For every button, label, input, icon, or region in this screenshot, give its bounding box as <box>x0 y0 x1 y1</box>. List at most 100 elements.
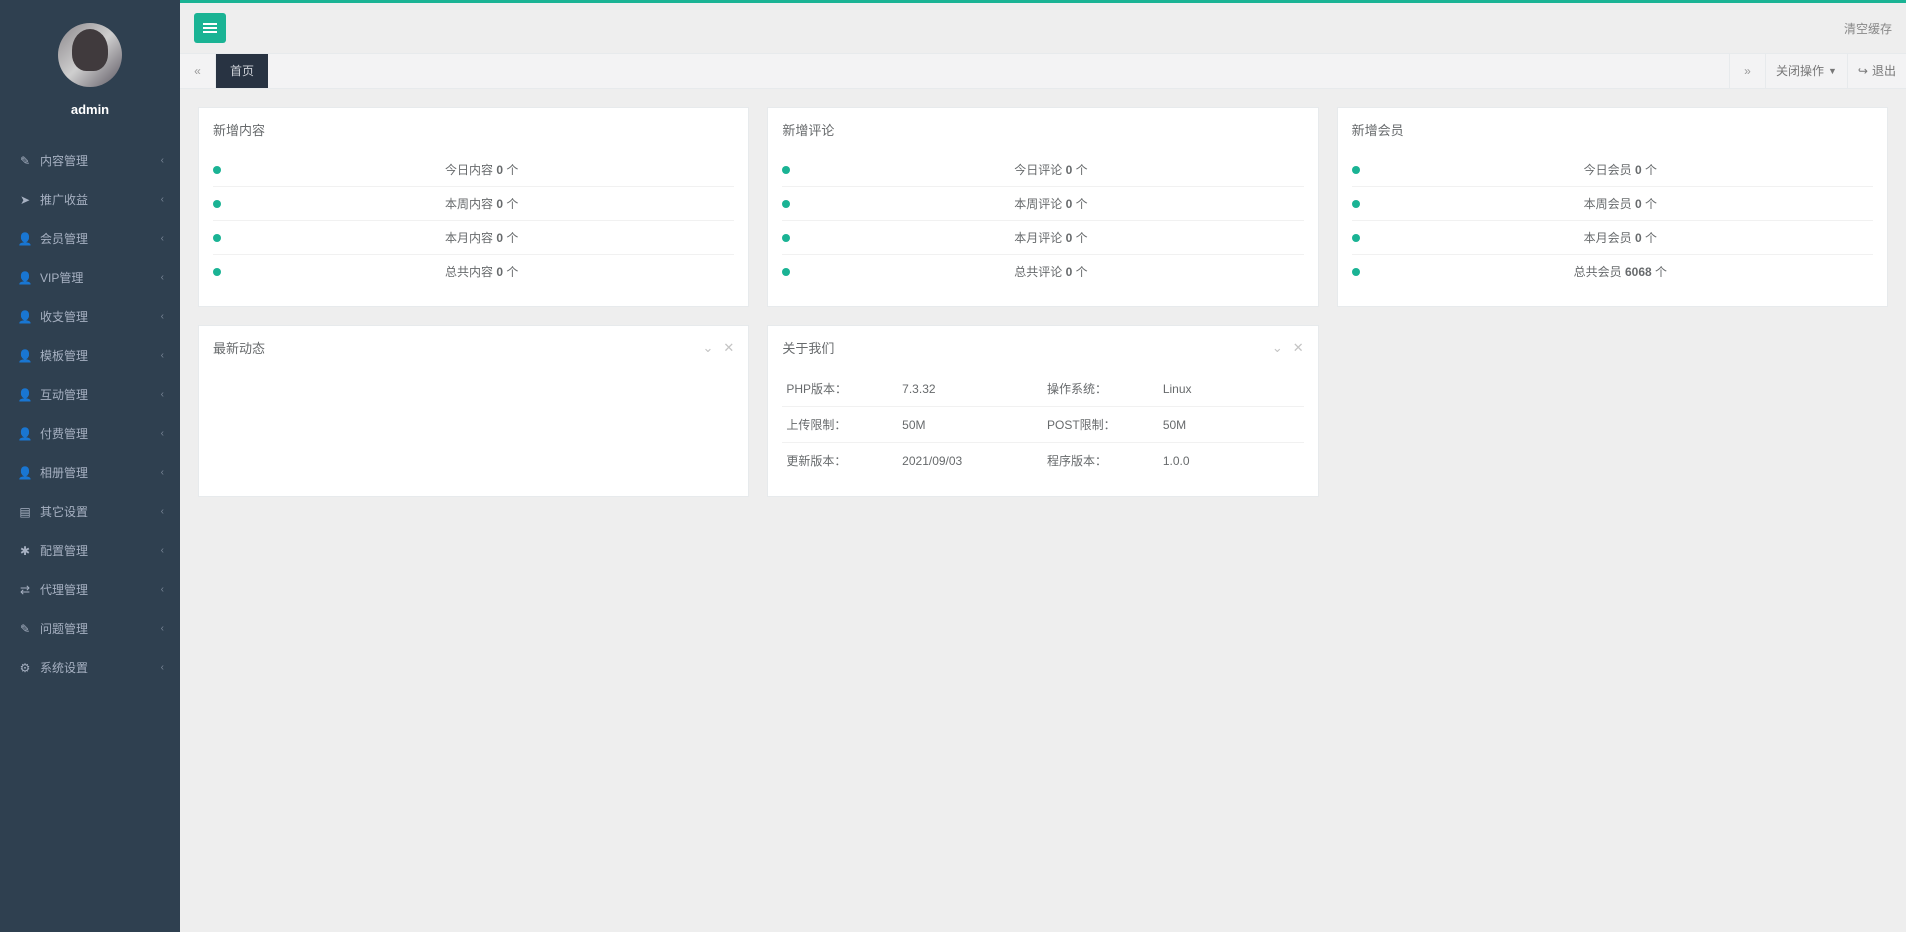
card-new-members: 新增会员 今日会员 0 个本周会员 0 个本月会员 0 个总共会员 6068 个 <box>1337 107 1888 307</box>
stat-label: 本月会员 0 个 <box>1368 229 1873 246</box>
sidebar-item-7[interactable]: 👤付费管理‹ <box>0 414 180 453</box>
cogs-icon: ⚙ <box>16 661 34 675</box>
logout-icon: ↪ <box>1858 54 1868 88</box>
sidebar-item-label: 问题管理 <box>40 620 88 637</box>
user-icon: 👤 <box>16 388 34 402</box>
info-value: Linux <box>1159 371 1304 407</box>
tab-scroll-left-button[interactable]: « <box>180 54 216 88</box>
card-body: 今日评论 0 个本周评论 0 个本月评论 0 个总共评论 0 个 <box>768 151 1317 306</box>
card-tools: ⌄ ✕ <box>1272 340 1304 356</box>
stat-row: 本周内容 0 个 <box>213 187 734 221</box>
card-title: 关于我们 <box>782 338 834 357</box>
stat-row: 本周会员 0 个 <box>1352 187 1873 221</box>
username: admin <box>0 102 180 117</box>
close-icon[interactable]: ✕ <box>1293 340 1304 356</box>
chevron-left-icon: ‹ <box>161 428 164 439</box>
sidebar-nav: ✎内容管理‹➤推广收益‹👤会员管理‹👤VIP管理‹👤收支管理‹👤模板管理‹👤互动… <box>0 141 180 687</box>
sidebar-item-label: 推广收益 <box>40 191 88 208</box>
sidebar-item-label: 代理管理 <box>40 581 88 598</box>
status-dot-icon <box>782 200 790 208</box>
sidebar-item-0[interactable]: ✎内容管理‹ <box>0 141 180 180</box>
tab-home[interactable]: 首页 <box>216 54 268 88</box>
tab-scroll-right-button[interactable]: » <box>1729 54 1765 88</box>
card-latest-news: 最新动态 ⌄ ✕ <box>198 325 749 497</box>
sidebar-item-label: 付费管理 <box>40 425 88 442</box>
card-header: 关于我们 ⌄ ✕ <box>768 326 1317 369</box>
chevron-left-icon: ‹ <box>161 662 164 673</box>
chevron-left-icon: ‹ <box>161 311 164 322</box>
card-title: 新增会员 <box>1352 120 1404 139</box>
chevron-left-icon: ‹ <box>161 194 164 205</box>
card-title: 新增内容 <box>213 120 265 139</box>
status-dot-icon <box>1352 166 1360 174</box>
tab-close-ops-dropdown[interactable]: 关闭操作 ▼ <box>1765 54 1847 88</box>
info-value: 7.3.32 <box>898 371 1043 407</box>
stat-label: 总共评论 0 个 <box>798 263 1303 280</box>
avatar[interactable] <box>58 23 122 87</box>
collapse-icon[interactable]: ⌄ <box>1272 340 1283 356</box>
sidebar-item-2[interactable]: 👤会员管理‹ <box>0 219 180 258</box>
status-dot-icon <box>1352 234 1360 242</box>
sidebar-item-9[interactable]: ▤其它设置‹ <box>0 492 180 531</box>
user-icon: 👤 <box>16 310 34 324</box>
status-dot-icon <box>1352 268 1360 276</box>
topbar: 清空缓存 <box>180 3 1906 53</box>
sidebar-item-label: 相册管理 <box>40 464 88 481</box>
chevron-double-left-icon: « <box>194 64 201 78</box>
chevron-left-icon: ‹ <box>161 155 164 166</box>
chevron-double-right-icon: » <box>1744 64 1751 78</box>
chevron-left-icon: ‹ <box>161 233 164 244</box>
edit-icon: ✎ <box>16 154 34 168</box>
card-header: 新增内容 <box>199 108 748 151</box>
collapse-icon[interactable]: ⌄ <box>703 340 714 356</box>
sidebar-item-label: 互动管理 <box>40 386 88 403</box>
send-icon: ➤ <box>16 193 34 207</box>
sidebar-item-10[interactable]: ✱配置管理‹ <box>0 531 180 570</box>
info-value: 50M <box>898 407 1043 443</box>
stat-row: 本周评论 0 个 <box>782 187 1303 221</box>
sidebar-item-4[interactable]: 👤收支管理‹ <box>0 297 180 336</box>
edit-icon: ✎ <box>16 622 34 636</box>
info-value: 1.0.0 <box>1159 443 1304 479</box>
chevron-left-icon: ‹ <box>161 272 164 283</box>
gear-icon: ✱ <box>16 544 34 558</box>
stat-label: 本月内容 0 个 <box>229 229 734 246</box>
sidebar-item-label: 会员管理 <box>40 230 88 247</box>
sidebar-item-8[interactable]: 👤 相册管理 ‹ <box>0 453 180 492</box>
tabbar: « 首页 » 关闭操作 ▼ ↪ 退出 <box>180 53 1906 89</box>
stat-row: 总共内容 0 个 <box>213 255 734 288</box>
stat-row: 今日会员 0 个 <box>1352 153 1873 187</box>
sidebar-item-12[interactable]: ✎问题管理‹ <box>0 609 180 648</box>
stat-row: 总共评论 0 个 <box>782 255 1303 288</box>
sidebar-item-6[interactable]: 👤互动管理‹ <box>0 375 180 414</box>
sidebar-item-13[interactable]: ⚙系统设置‹ <box>0 648 180 687</box>
list-icon: ▤ <box>16 505 34 519</box>
main-area: 清空缓存 « 首页 » 关闭操作 ▼ ↪ 退出 新增内容 今日内容 0 个本周内… <box>180 3 1906 515</box>
sidebar-item-1[interactable]: ➤ 推广收益 ‹ <box>0 180 180 219</box>
status-dot-icon <box>782 268 790 276</box>
sidebar-item-3[interactable]: 👤VIP管理‹ <box>0 258 180 297</box>
info-key: POST限制： <box>1043 407 1159 443</box>
sidebar-item-11[interactable]: ⇄代理管理‹ <box>0 570 180 609</box>
user-icon: 👤 <box>16 466 34 480</box>
about-table: PHP版本：7.3.32操作系统：Linux上传限制：50MPOST限制：50M… <box>782 371 1303 478</box>
sidebar-item-5[interactable]: 👤模板管理‹ <box>0 336 180 375</box>
content-row-2: 最新动态 ⌄ ✕ 关于我们 ⌄ ✕ PHP版本：7.3.32操作系统：Li <box>198 325 1888 497</box>
menu-toggle-button[interactable] <box>194 13 226 43</box>
clear-cache-link[interactable]: 清空缓存 <box>1844 20 1892 37</box>
card-title: 最新动态 <box>213 338 265 357</box>
info-key: 上传限制： <box>782 407 898 443</box>
chevron-left-icon: ‹ <box>161 467 164 478</box>
logout-button[interactable]: ↪ 退出 <box>1847 54 1906 88</box>
card-body: PHP版本：7.3.32操作系统：Linux上传限制：50MPOST限制：50M… <box>768 369 1317 496</box>
card-new-content: 新增内容 今日内容 0 个本周内容 0 个本月内容 0 个总共内容 0 个 <box>198 107 749 307</box>
chevron-left-icon: ‹ <box>161 506 164 517</box>
close-icon[interactable]: ✕ <box>723 340 734 356</box>
stat-row: 今日内容 0 个 <box>213 153 734 187</box>
stat-row: 总共会员 6068 个 <box>1352 255 1873 288</box>
status-dot-icon <box>213 200 221 208</box>
profile-block: admin <box>0 3 180 131</box>
card-header: 最新动态 ⌄ ✕ <box>199 326 748 369</box>
status-dot-icon <box>213 234 221 242</box>
stat-label: 今日评论 0 个 <box>798 161 1303 178</box>
